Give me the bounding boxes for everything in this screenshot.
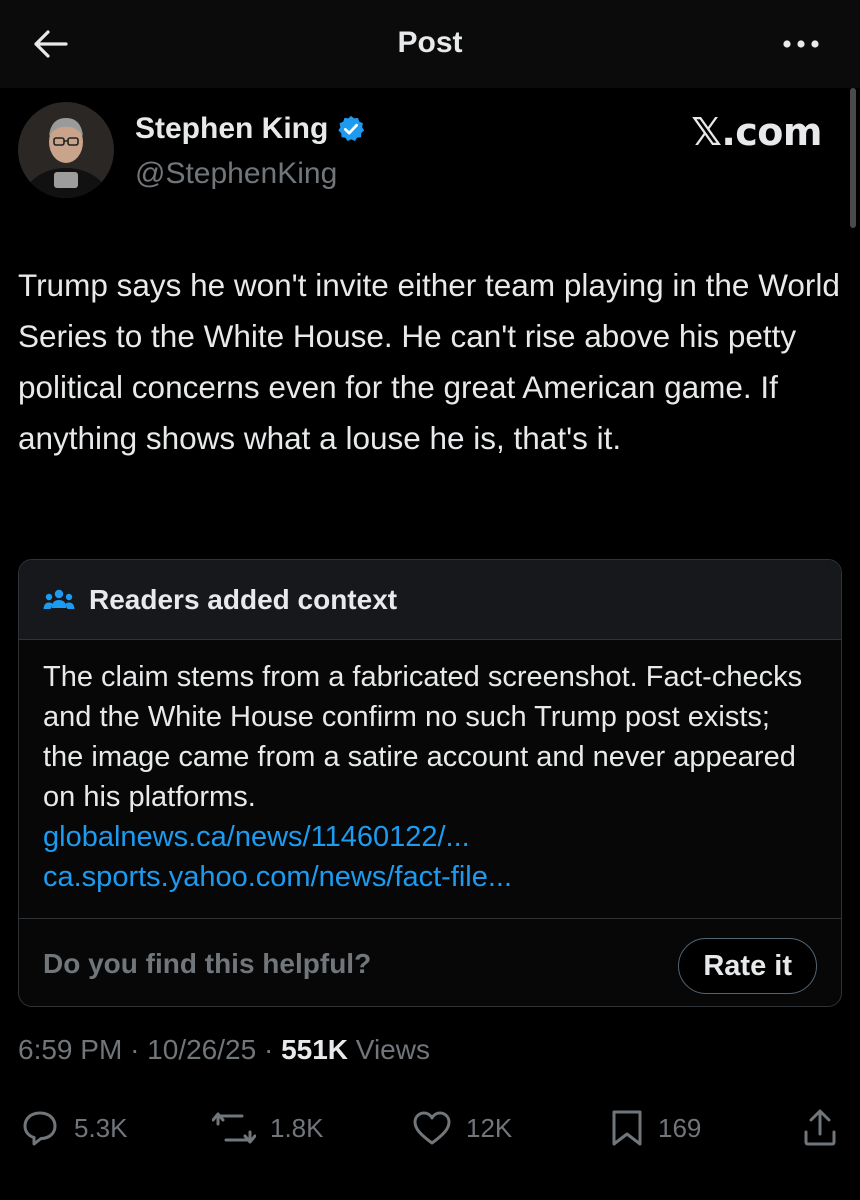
meta-separator: · <box>130 1034 140 1065</box>
views-label: Views <box>355 1034 430 1065</box>
page-title: Post <box>397 26 463 59</box>
community-note-text: The claim stems from a fabricated screen… <box>43 661 803 813</box>
more-button[interactable] <box>776 28 826 60</box>
action-bar: 5.3K 1.8K 12K 169 <box>0 1100 860 1156</box>
bookmark-count: 169 <box>658 1112 702 1143</box>
heart-icon <box>413 1111 451 1145</box>
community-note: Readers added context The claim stems fr… <box>18 559 842 1007</box>
bookmark-icon <box>612 1110 642 1146</box>
share-icon <box>804 1109 836 1146</box>
reply-icon <box>23 1111 57 1146</box>
community-note-title: Readers added context <box>89 583 398 615</box>
repost-button[interactable]: 1.8K <box>212 1100 324 1156</box>
bookmark-button[interactable]: 169 <box>610 1100 701 1156</box>
repost-count: 1.8K <box>270 1112 324 1143</box>
share-button[interactable] <box>802 1100 838 1156</box>
divider <box>19 918 841 919</box>
like-count: 12K <box>466 1112 513 1143</box>
reply-count: 5.3K <box>74 1112 128 1143</box>
author-name-text: Stephen King <box>135 112 329 145</box>
post-text: Trump says he won't invite either team p… <box>18 267 840 456</box>
rate-it-button[interactable]: Rate it <box>678 938 817 994</box>
note-link-globalnews[interactable]: globalnews.ca/news/11460122/... <box>43 817 817 857</box>
more-horizontal-icon <box>783 40 819 48</box>
top-bar: Post <box>0 0 860 88</box>
post-time: 6:59 PM <box>18 1034 123 1065</box>
reply-button[interactable]: 5.3K <box>20 1100 128 1156</box>
author-handle[interactable]: @StephenKing <box>135 157 337 191</box>
x-com-watermark: 𝕏.com <box>691 110 822 154</box>
repost-icon <box>212 1112 256 1144</box>
views-count: 551K <box>281 1034 348 1065</box>
verified-badge-icon <box>338 115 365 141</box>
helpful-question: Do you find this helpful? <box>43 948 372 979</box>
post-meta: 6:59 PM · 10/26/25 · 551K Views <box>18 1034 430 1066</box>
author-name[interactable]: Stephen King <box>135 112 366 146</box>
community-note-body: The claim stems from a fabricated screen… <box>19 640 841 897</box>
people-icon <box>43 589 75 609</box>
note-link-yahoo-sports[interactable]: ca.sports.yahoo.com/news/fact-file... <box>43 857 817 897</box>
scrollbar-thumb[interactable] <box>850 88 856 228</box>
meta-separator: · <box>263 1034 274 1065</box>
post-date: 10/26/25 <box>147 1034 257 1065</box>
like-button[interactable]: 12K <box>412 1100 512 1156</box>
community-note-header[interactable]: Readers added context <box>19 560 841 640</box>
avatar[interactable] <box>18 102 114 198</box>
